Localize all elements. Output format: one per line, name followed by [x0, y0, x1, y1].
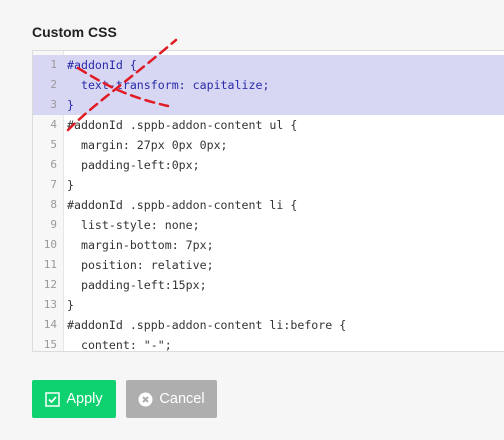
line-number: 6: [50, 158, 57, 171]
line-number: 3: [50, 98, 57, 111]
code-line[interactable]: 1 #addonId {: [33, 55, 504, 75]
line-number: 12: [43, 278, 57, 291]
line-number: 7: [50, 178, 57, 191]
close-circle-icon: [138, 392, 153, 407]
code-line[interactable]: 15 content: "-";: [33, 335, 504, 352]
code-text: }: [67, 178, 74, 192]
code-text: margin-bottom: 7px;: [67, 238, 214, 252]
code-text: list-style: none;: [67, 218, 200, 232]
code-text: }: [67, 98, 74, 112]
code-line[interactable]: 8 #addonId .sppb-addon-content li {: [33, 195, 504, 215]
code-text: text-transform: capitalize;: [67, 78, 270, 92]
code-text: }: [67, 298, 74, 312]
code-text: margin: 27px 0px 0px;: [67, 138, 228, 152]
line-number: 14: [43, 318, 57, 331]
line-number: 9: [50, 218, 57, 231]
cancel-button[interactable]: Cancel: [126, 380, 217, 418]
section-title: Custom CSS: [32, 24, 117, 40]
code-line[interactable]: 4 #addonId .sppb-addon-content ul {: [33, 115, 504, 135]
code-text: content: "-";: [67, 338, 172, 352]
code-line[interactable]: 10 margin-bottom: 7px;: [33, 235, 504, 255]
line-number: 11: [43, 258, 57, 271]
line-number: 5: [50, 138, 57, 151]
code-line[interactable]: 14 #addonId .sppb-addon-content li:before…: [33, 315, 504, 335]
checkbox-check-icon: [45, 391, 61, 407]
line-number: 10: [43, 238, 57, 251]
code-text: #addonId .sppb-addon-content li {: [67, 198, 298, 212]
code-line[interactable]: 12 padding-left:15px;: [33, 275, 504, 295]
code-line[interactable]: 2 text-transform: capitalize;: [33, 75, 504, 95]
code-text: #addonId .sppb-addon-content li:before {: [67, 318, 347, 332]
code-text: #addonId {: [67, 58, 137, 72]
line-number: 15: [43, 338, 57, 351]
code-line[interactable]: 3}: [33, 95, 504, 115]
code-line[interactable]: 6 padding-left:0px;: [33, 155, 504, 175]
code-text: padding-left:0px;: [67, 158, 200, 172]
code-text: position: relative;: [67, 258, 214, 272]
line-number: 2: [50, 78, 57, 91]
apply-button-label: Apply: [66, 391, 103, 407]
code-text: padding-left:15px;: [67, 278, 207, 292]
code-lines: 1 #addonId { 2 text-transform: capitalize;…: [33, 55, 504, 352]
apply-button[interactable]: Apply: [32, 380, 116, 418]
code-line[interactable]: 9 list-style: none;: [33, 215, 504, 235]
code-line[interactable]: 13}: [33, 295, 504, 315]
line-number: 4: [50, 118, 57, 131]
line-number: 1: [50, 58, 57, 71]
cancel-button-label: Cancel: [159, 391, 205, 407]
line-number: 13: [43, 298, 57, 311]
line-number: 8: [50, 198, 57, 211]
code-line[interactable]: 5 margin: 27px 0px 0px;: [33, 135, 504, 155]
code-line[interactable]: 7}: [33, 175, 504, 195]
css-code-editor[interactable]: 1 #addonId { 2 text-transform: capitalize;…: [32, 50, 504, 352]
code-text: #addonId .sppb-addon-content ul {: [67, 118, 298, 132]
code-line[interactable]: 11 position: relative;: [33, 255, 504, 275]
